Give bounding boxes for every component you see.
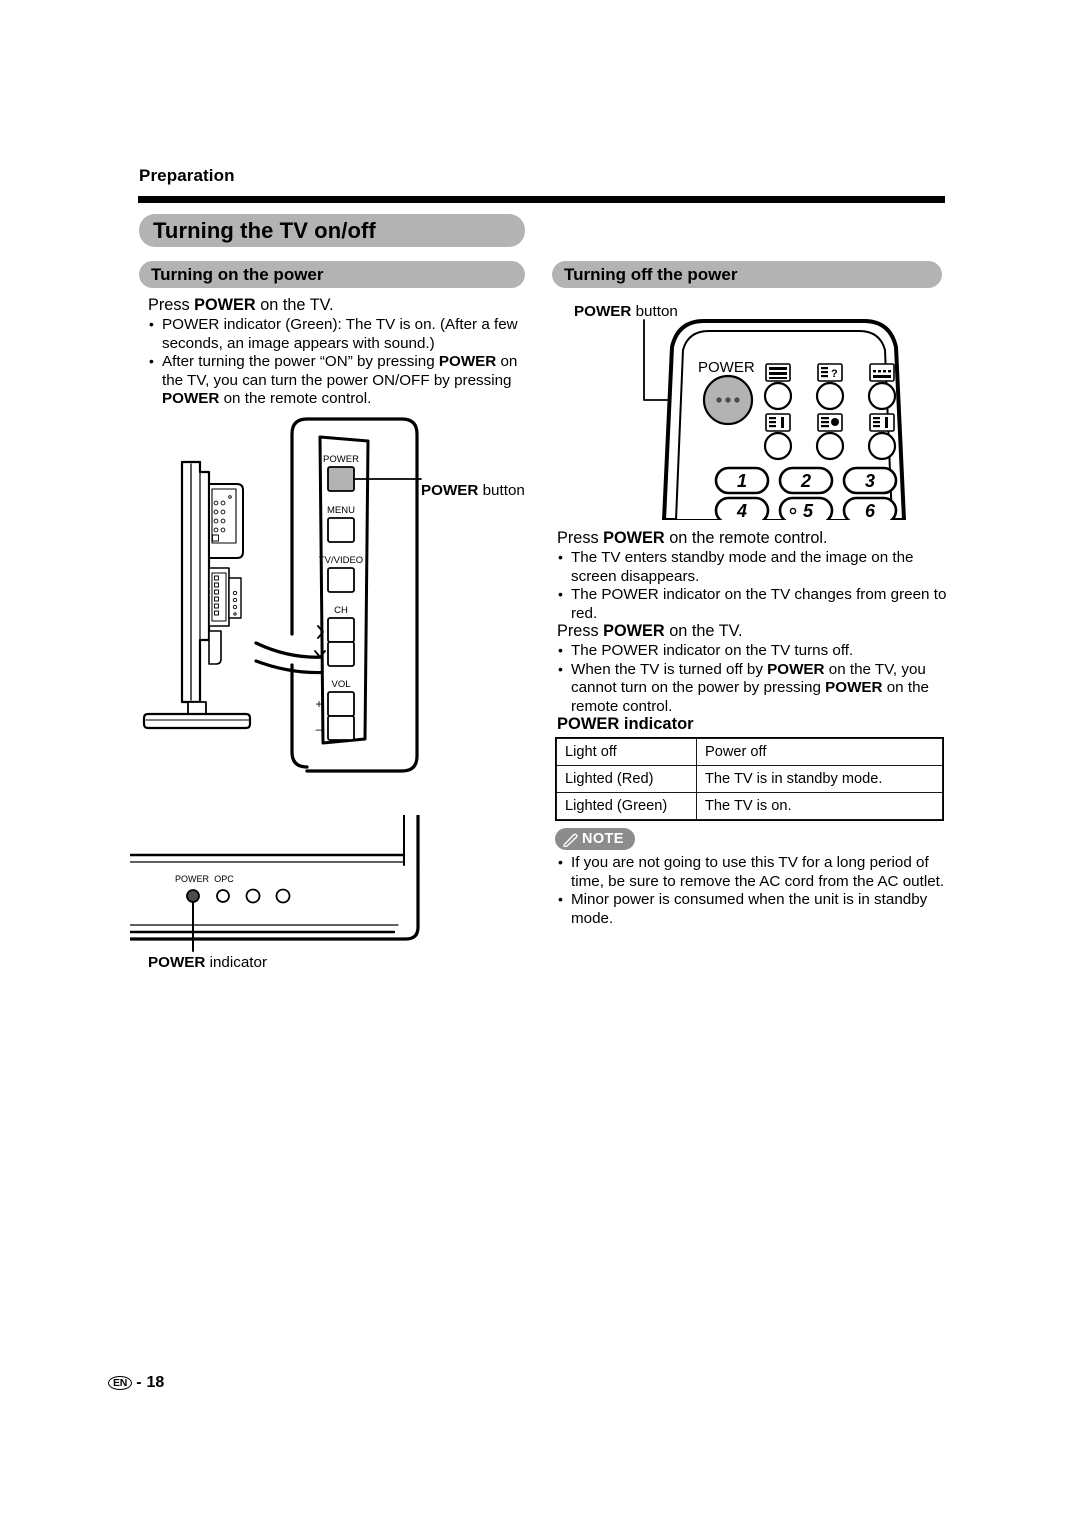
- bullet-text: Minor power is consumed when the unit is…: [571, 891, 928, 927]
- note-badge-label: NOTE: [582, 831, 624, 847]
- table-cell-meaning: The TV is on.: [696, 792, 943, 820]
- remote-key-5: 5: [803, 501, 814, 520]
- left-lead-bold: POWER: [194, 296, 256, 314]
- tv-panel-tvvideo-label: TV/VIDEO: [319, 555, 363, 566]
- manual-page: Preparation Turning the TV on/off Turnin…: [0, 0, 1080, 1527]
- left-section-heading-bar: Turning on the power: [139, 261, 525, 288]
- tv-power-callout-rest: button: [478, 482, 525, 499]
- list-item: The POWER indicator on the TV turns off.: [557, 641, 957, 661]
- page-kicker: Preparation: [139, 166, 235, 185]
- tv-base-power-label: POWER: [175, 874, 210, 884]
- bullet-text: POWER indicator (Green): The TV is on. (…: [162, 316, 518, 352]
- list-item: The POWER indicator on the TV changes fr…: [557, 585, 957, 623]
- bullet-text: When the TV is turned off by POWER on th…: [571, 660, 929, 715]
- remote-key-4: 4: [736, 501, 747, 520]
- right-lead-tv-post: on the TV.: [664, 622, 743, 640]
- table-row: Lighted (Red) The TV is in standby mode.: [556, 765, 943, 793]
- right-bullet-list-tv: The POWER indicator on the TV turns off.…: [557, 641, 957, 717]
- tv-panel-ch-label: CH: [334, 605, 348, 616]
- remote-key-6: 6: [865, 501, 876, 520]
- list-item: When the TV is turned off by POWER on th…: [557, 660, 957, 717]
- bullet-text: The POWER indicator on the TV turns off.: [571, 642, 854, 659]
- tv-power-button-callout: POWER button: [421, 482, 525, 499]
- table-cell-meaning: Power off: [696, 738, 943, 766]
- bullet-text: The POWER indicator on the TV changes fr…: [571, 586, 947, 622]
- remote-key-2: 2: [800, 471, 811, 491]
- right-lead-remote-post: on the remote control.: [664, 529, 828, 547]
- tv-power-callout-bold: POWER: [421, 482, 479, 499]
- left-section-heading-text: Turning on the power: [151, 264, 324, 284]
- header-rule: [138, 196, 945, 203]
- tv-panel-power-label: POWER: [323, 454, 359, 465]
- remote-control-figure: ? POWER 1 2 3 4 5 6: [550, 290, 950, 520]
- list-item: If you are not going to use this TV for …: [557, 853, 957, 891]
- table-cell-meaning: The TV is in standby mode.: [696, 765, 943, 793]
- remote-key-3: 3: [865, 471, 875, 491]
- right-bullet-list-remote: The TV enters standby mode and the image…: [557, 548, 957, 623]
- tv-base-opc-label: OPC: [214, 874, 234, 884]
- bullet-text: The TV enters standby mode and the image…: [571, 549, 914, 585]
- remote-power-label: POWER: [698, 359, 755, 376]
- right-lead-tv-pre: Press: [557, 622, 604, 640]
- left-bullet-list: POWER indicator (Green): The TV is on. (…: [148, 315, 540, 409]
- page-number: 18: [146, 1374, 165, 1391]
- tv-panel-vol-label: VOL: [331, 679, 350, 690]
- main-heading-bar: Turning the TV on/off: [139, 214, 525, 247]
- power-indicator-callout-bold: POWER: [148, 954, 206, 971]
- table-cell-state: Light off: [556, 738, 697, 766]
- power-indicator-callout: POWER indicator: [148, 954, 267, 971]
- table-cell-state: Lighted (Red): [556, 765, 697, 793]
- right-lead-tv: Press POWER on the TV.: [557, 622, 952, 641]
- pencil-icon: [562, 832, 578, 847]
- right-section-heading-bar: Turning off the power: [552, 261, 942, 288]
- right-lead-remote-bold: POWER: [603, 529, 665, 547]
- left-lead-post: on the TV.: [255, 296, 334, 314]
- list-item: POWER indicator (Green): The TV is on. (…: [148, 315, 540, 353]
- right-section-heading-text: Turning off the power: [564, 264, 738, 284]
- table-row: Lighted (Green) The TV is on.: [556, 792, 943, 820]
- bullet-text: If you are not going to use this TV for …: [571, 854, 945, 890]
- tv-side-view-figure: POWER MENU TV/VIDEO CH VOL + –: [130, 415, 550, 775]
- right-lead-remote: Press POWER on the remote control.: [557, 529, 952, 548]
- right-lead-remote-pre: Press: [557, 529, 604, 547]
- list-item: After turning the power “ON” by pressing…: [148, 352, 540, 409]
- tv-panel-menu-label: MENU: [327, 505, 355, 516]
- page-footer: EN - 18: [108, 1374, 164, 1392]
- table-cell-state: Lighted (Green): [556, 792, 697, 820]
- tv-panel-vol-plus-label: +: [315, 697, 322, 711]
- main-heading-text: Turning the TV on/off: [153, 217, 376, 243]
- right-lead-tv-bold: POWER: [603, 622, 665, 640]
- bullet-text: After turning the power “ON” by pressing…: [162, 353, 518, 408]
- table-row: Light off Power off: [556, 738, 943, 766]
- svg-text:?: ?: [831, 368, 838, 380]
- power-indicator-table-title: POWER indicator: [557, 715, 694, 733]
- list-item: The TV enters standby mode and the image…: [557, 548, 957, 586]
- footer-dash: -: [136, 1374, 142, 1391]
- left-lead-paragraph: Press POWER on the TV.: [148, 296, 538, 315]
- locale-badge: EN: [108, 1376, 133, 1390]
- remote-key-1: 1: [737, 471, 747, 491]
- power-indicator-callout-rest: indicator: [205, 954, 268, 971]
- tv-panel-vol-minus-label: –: [316, 722, 323, 736]
- left-lead-pre: Press: [148, 296, 195, 314]
- note-badge: NOTE: [555, 828, 635, 850]
- note-bullet-list: If you are not going to use this TV for …: [557, 853, 957, 928]
- power-indicator-table: Light off Power off Lighted (Red) The TV…: [555, 737, 944, 821]
- list-item: Minor power is consumed when the unit is…: [557, 890, 957, 928]
